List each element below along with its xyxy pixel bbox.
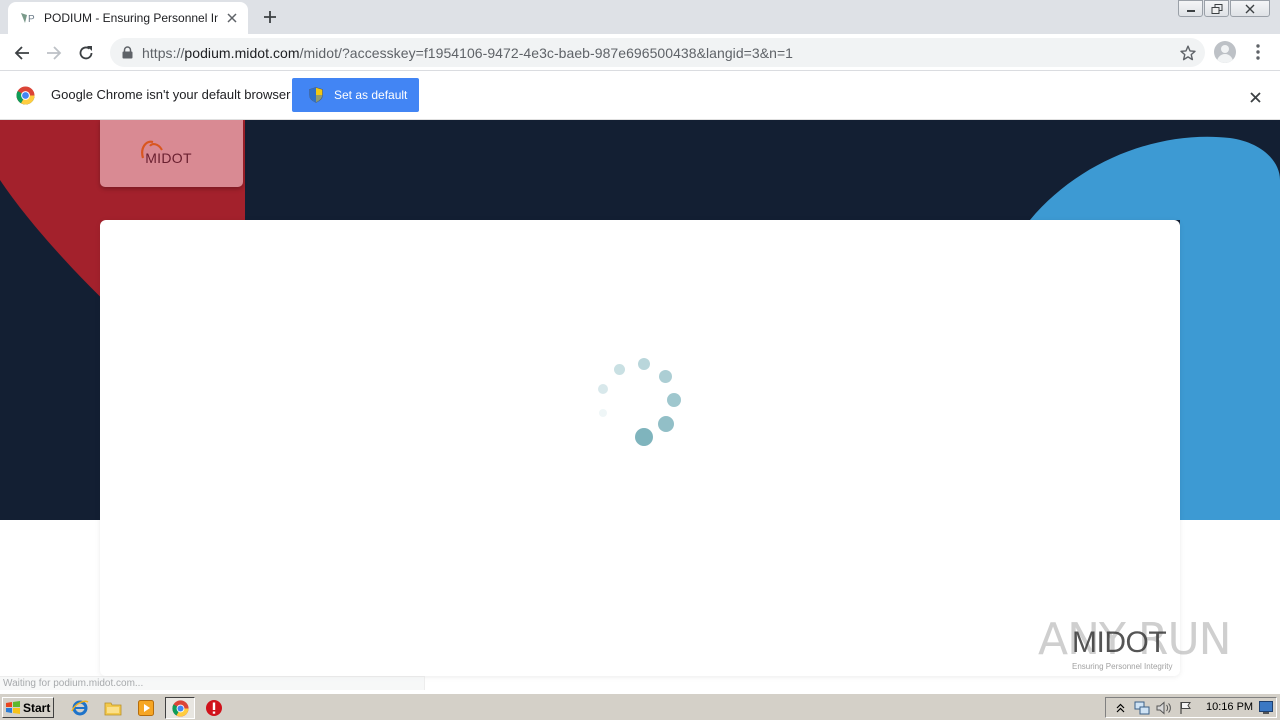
status-bubble: Waiting for podium.midot.com...	[0, 676, 425, 690]
chrome-menu-icon[interactable]	[1248, 42, 1268, 62]
midot-logo-card[interactable]: MIDOT	[100, 120, 243, 187]
minimize-icon	[1186, 9, 1195, 12]
bookmark-star-icon[interactable]	[1179, 44, 1197, 62]
restore-icon	[1211, 3, 1222, 14]
chrome-icon	[171, 699, 189, 717]
new-tab-button[interactable]	[258, 7, 282, 27]
back-button[interactable]	[9, 40, 35, 66]
page-viewport: MIDOT ANY RUN MIDOT Ensuring Personnel I…	[0, 120, 1280, 690]
arrow-right-icon	[47, 46, 62, 60]
show-desktop-icon[interactable]	[1259, 701, 1273, 714]
url-text[interactable]: https://podium.midot.com/midot/?accesske…	[142, 45, 793, 61]
content-card	[100, 220, 1180, 676]
media-player-icon[interactable]	[136, 698, 156, 718]
volume-icon[interactable]	[1156, 700, 1172, 716]
uac-shield-icon	[309, 87, 323, 103]
browser-toolbar: https://podium.midot.com/midot/?accesske…	[0, 34, 1280, 71]
stop-sign-icon[interactable]	[204, 698, 224, 718]
infobar-message: Google Chrome isn't your default browser	[51, 87, 291, 102]
tray-expand-icon[interactable]	[1112, 700, 1128, 716]
arrow-left-icon	[14, 46, 29, 60]
midot-logo-mark-icon	[141, 140, 163, 159]
close-window-button[interactable]	[1230, 0, 1270, 17]
browser-tab[interactable]: P PODIUM - Ensuring Personnel Integr	[8, 2, 248, 34]
loading-spinner	[596, 356, 692, 452]
forward-button[interactable]	[41, 40, 67, 66]
network-icon[interactable]	[1134, 700, 1150, 716]
tab-close-icon[interactable]	[224, 10, 240, 26]
plus-icon	[264, 11, 276, 23]
anyrun-watermark: ANY RUN MIDOT Ensuring Personnel Integri…	[1036, 608, 1236, 678]
set-as-default-label: Set as default	[334, 88, 408, 102]
watermark-tagline: Ensuring Personnel Integrity	[1072, 662, 1173, 671]
start-button[interactable]: Start	[2, 697, 54, 718]
start-label: Start	[23, 700, 51, 715]
window-controls	[1177, 0, 1270, 18]
internet-explorer-icon[interactable]	[70, 698, 90, 718]
set-as-default-button[interactable]: Set as default	[292, 78, 419, 112]
podium-favicon-icon: P	[20, 10, 36, 26]
reload-button[interactable]	[73, 40, 99, 66]
windows-flag-icon	[6, 701, 20, 714]
restore-button[interactable]	[1204, 0, 1229, 17]
watermark-midot-logo: MIDOT	[1072, 626, 1167, 659]
chrome-logo-icon	[16, 86, 35, 105]
windows-taskbar: Start 10:16 PM	[0, 693, 1280, 720]
file-explorer-icon[interactable]	[103, 698, 123, 718]
taskbar-clock[interactable]: 10:16 PM	[1206, 701, 1253, 713]
action-center-flag-icon[interactable]	[1178, 700, 1194, 716]
svg-text:P: P	[28, 14, 35, 25]
minimize-button[interactable]	[1178, 0, 1203, 17]
default-browser-infobar: Google Chrome isn't your default browser…	[0, 71, 1280, 120]
tab-strip: P PODIUM - Ensuring Personnel Integr	[0, 0, 1280, 34]
system-tray: 10:16 PM	[1105, 697, 1277, 718]
tab-title: PODIUM - Ensuring Personnel Integr	[44, 11, 218, 25]
infobar-close-icon[interactable]	[1246, 88, 1264, 106]
lock-icon[interactable]	[120, 46, 134, 60]
reload-icon	[79, 46, 93, 60]
address-bar[interactable]: https://podium.midot.com/midot/?accesske…	[110, 38, 1205, 67]
close-icon	[1245, 4, 1255, 13]
chrome-taskbar-button[interactable]	[165, 697, 195, 719]
profile-avatar-icon[interactable]	[1214, 41, 1236, 63]
